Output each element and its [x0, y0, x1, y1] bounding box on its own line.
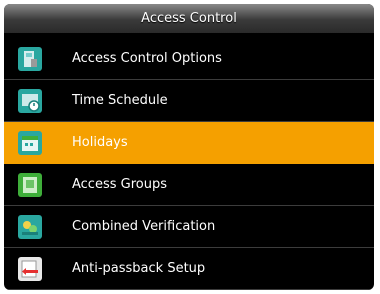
menu-item-label: Access Groups — [72, 177, 167, 192]
holidays-icon — [18, 131, 42, 155]
menu-item-holidays[interactable]: Holidays — [4, 122, 374, 164]
menu-item-label: Time Schedule — [72, 93, 168, 108]
menu-item-label: Access Control Options — [72, 51, 222, 66]
access-groups-icon — [18, 173, 42, 197]
menu-item-time-schedule[interactable]: Time Schedule — [4, 80, 374, 122]
anti-passback-icon — [18, 257, 42, 281]
access-control-menu: Access Control Options Time Schedule Hol… — [4, 38, 374, 290]
menu-item-label: Holidays — [72, 135, 128, 150]
time-schedule-icon — [18, 89, 42, 113]
combined-verification-icon — [18, 215, 42, 239]
menu-item-anti-passback-setup[interactable]: Anti-passback Setup — [4, 248, 374, 290]
menu-item-label: Anti-passback Setup — [72, 261, 206, 276]
menu-item-access-control-options[interactable]: Access Control Options — [4, 38, 374, 80]
menu-item-combined-verification[interactable]: Combined Verification — [4, 206, 374, 248]
menu-item-access-groups[interactable]: Access Groups — [4, 164, 374, 206]
menu-item-label: Combined Verification — [72, 219, 216, 234]
page-title: Access Control — [4, 4, 374, 33]
access-options-icon — [18, 47, 42, 71]
device-screen: Access Control Access Control Options Ti… — [4, 4, 374, 290]
